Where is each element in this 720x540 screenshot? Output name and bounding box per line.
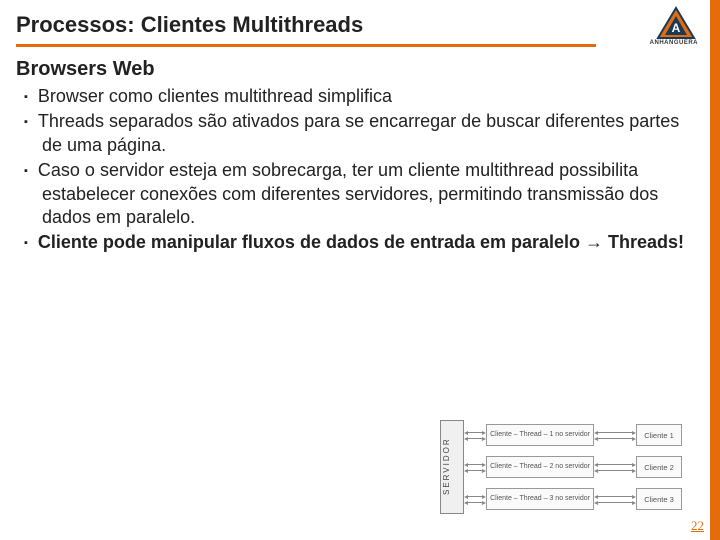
arrow bbox=[468, 502, 482, 503]
arrow bbox=[598, 502, 632, 503]
section-heading: Browsers Web bbox=[16, 58, 690, 81]
thread-box-2: Cliente – Thread – 2 no servidor bbox=[486, 456, 594, 478]
slide: A ANHANGUERA Processos: Clientes Multith… bbox=[0, 0, 720, 540]
arrow bbox=[468, 438, 482, 439]
brand-logo: A bbox=[654, 6, 698, 42]
list-item: Caso o servidor esteja em sobrecarga, te… bbox=[24, 159, 690, 229]
arrow bbox=[468, 496, 482, 497]
client-box-2: Cliente 2 bbox=[636, 456, 682, 478]
svg-text:A: A bbox=[672, 21, 681, 35]
client-box-1: Cliente 1 bbox=[636, 424, 682, 446]
server-label: SERVIDOR bbox=[442, 426, 462, 506]
arrow bbox=[598, 438, 632, 439]
arrow bbox=[598, 464, 632, 465]
list-item: Cliente pode manipular fluxos de dados d… bbox=[24, 231, 690, 254]
arrow bbox=[598, 470, 632, 471]
list-item: Browser como clientes multithread simpli… bbox=[24, 85, 690, 108]
thread-box-1: Cliente – Thread – 1 no servidor bbox=[486, 424, 594, 446]
slide-title: Processos: Clientes Multithreads bbox=[16, 12, 660, 38]
bullet-list: Browser como clientes multithread simpli… bbox=[16, 85, 690, 255]
list-item: Threads separados são ativados para se e… bbox=[24, 110, 690, 157]
arrow bbox=[468, 470, 482, 471]
slide-body: Browsers Web Browser como clientes multi… bbox=[16, 58, 690, 257]
client-box-3: Cliente 3 bbox=[636, 488, 682, 510]
thread-box-3: Cliente – Thread – 3 no servidor bbox=[486, 488, 594, 510]
title-underline bbox=[16, 44, 596, 47]
brand-name: ANHANGUERA bbox=[650, 40, 698, 46]
page-number: 22 bbox=[691, 518, 704, 534]
arrow bbox=[468, 432, 482, 433]
accent-sidebar bbox=[710, 0, 720, 540]
arrow bbox=[598, 496, 632, 497]
arrow bbox=[598, 432, 632, 433]
architecture-diagram: SERVIDOR Cliente – Thread – 1 no servido… bbox=[440, 412, 690, 522]
arrow bbox=[468, 464, 482, 465]
slide-title-wrap: Processos: Clientes Multithreads bbox=[16, 12, 660, 38]
